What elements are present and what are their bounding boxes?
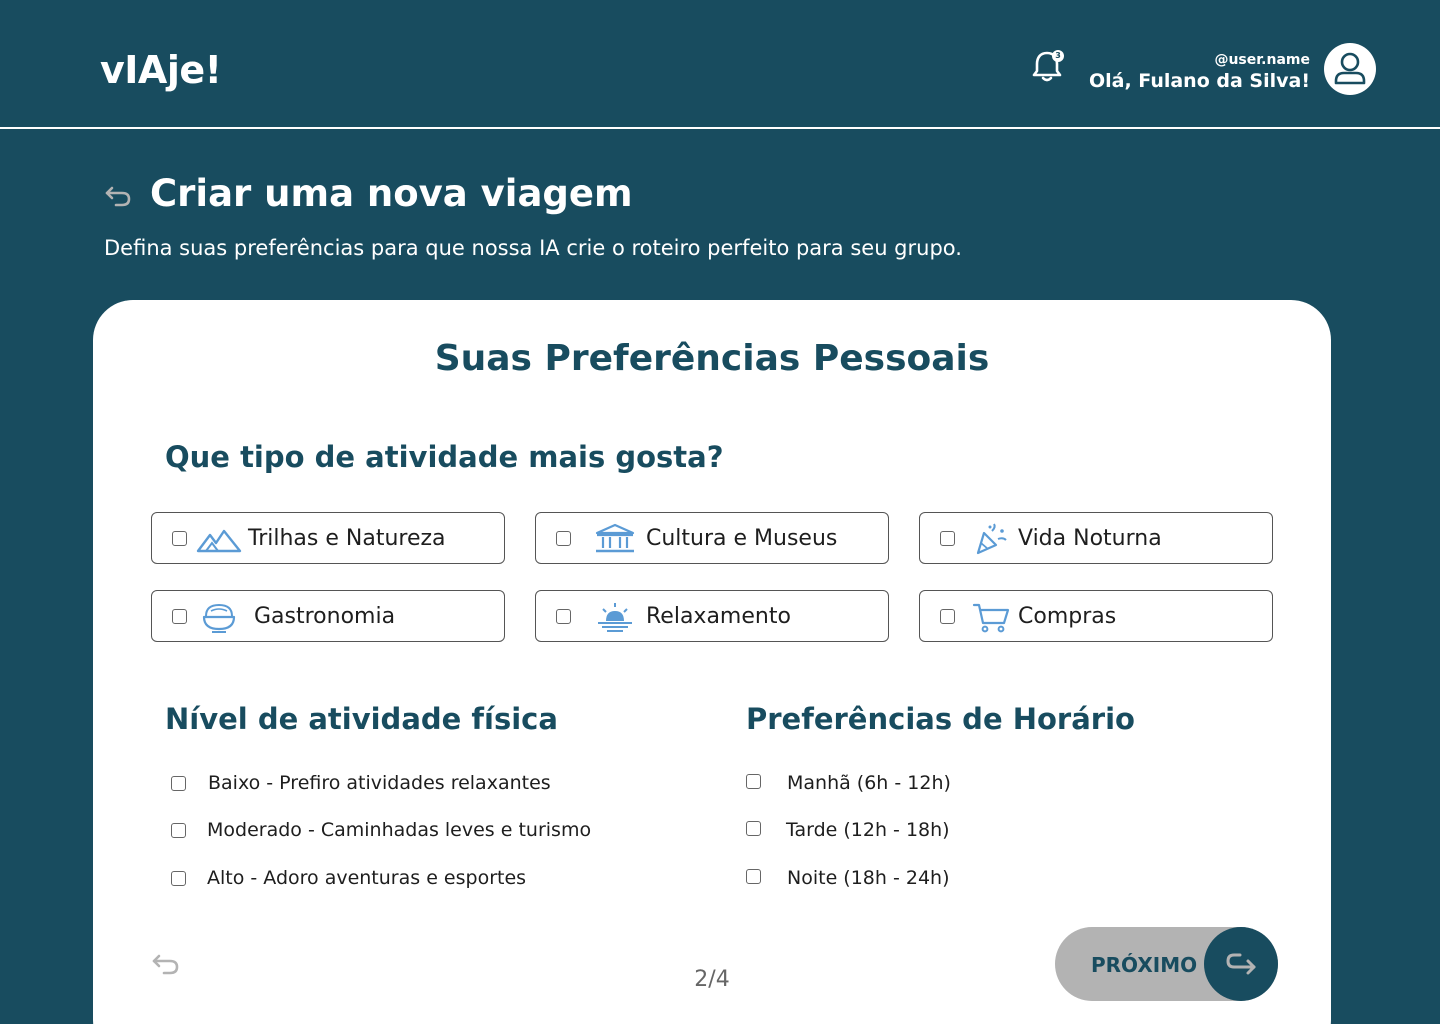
activity-label: Compras <box>1018 604 1117 629</box>
schedule-option[interactable]: Tarde (12h - 18h) <box>746 817 1046 845</box>
activity-checkbox[interactable] <box>940 531 955 546</box>
user-info: @user.name Olá, Fulano da Silva! <box>1089 52 1310 92</box>
activity-checkbox[interactable] <box>172 609 187 624</box>
header-divider <box>0 127 1440 129</box>
card-title: Suas Preferências Pessoais <box>434 338 990 379</box>
activity-option-relaxamento[interactable]: Relaxamento <box>535 590 889 642</box>
activity-checkbox[interactable] <box>556 531 571 546</box>
notifications-button[interactable]: 3 <box>1030 48 1064 84</box>
schedule-checkbox[interactable] <box>746 821 761 836</box>
physical-level-heading: Nível de atividade física <box>165 702 558 736</box>
page-back-button[interactable] <box>104 181 132 209</box>
activity-option-compras[interactable]: Compras <box>919 590 1273 642</box>
schedule-label: Tarde (12h - 18h) <box>786 819 950 841</box>
food-bowl-icon <box>202 603 236 633</box>
physical-level-label: Baixo - Prefiro atividades relaxantes <box>208 772 551 794</box>
activity-option-gastronomia[interactable]: Gastronomia <box>151 590 505 642</box>
shopping-cart-icon <box>972 603 1010 633</box>
party-popper-icon <box>976 523 1007 555</box>
physical-level-option[interactable]: Moderado - Caminhadas leves e turismo <box>171 817 591 845</box>
activity-label: Cultura e Museus <box>646 526 838 551</box>
activity-option-vida-noturna[interactable]: Vida Noturna <box>919 512 1273 564</box>
next-button[interactable]: PRÓXIMO <box>1055 927 1278 1001</box>
mountain-icon <box>196 529 242 553</box>
avatar[interactable] <box>1324 43 1376 95</box>
page-title: Criar uma nova viagem <box>150 172 633 215</box>
schedule-checkbox[interactable] <box>746 869 761 884</box>
notification-badge: 3 <box>1052 50 1064 62</box>
app-logo[interactable]: vIAje! <box>100 48 222 92</box>
activity-question: Que tipo de atividade mais gosta? <box>165 440 724 474</box>
activity-checkbox[interactable] <box>940 609 955 624</box>
schedule-checkbox[interactable] <box>746 774 761 789</box>
sunset-icon <box>598 603 632 632</box>
activity-option-trilhas[interactable]: Trilhas e Natureza <box>151 512 505 564</box>
schedule-option[interactable]: Manhã (6h - 12h) <box>746 770 1046 798</box>
schedule-label: Noite (18h - 24h) <box>787 867 950 889</box>
museum-icon <box>595 523 635 553</box>
page-subtitle: Defina suas preferências para que nossa … <box>104 236 962 260</box>
activity-option-cultura[interactable]: Cultura e Museus <box>535 512 889 564</box>
undo-arrow-icon <box>105 186 131 207</box>
activity-checkbox[interactable] <box>172 531 187 546</box>
activity-label: Trilhas e Natureza <box>248 526 446 551</box>
physical-level-checkbox[interactable] <box>171 776 186 791</box>
physical-level-label: Alto - Adoro aventuras e esportes <box>207 867 527 889</box>
redo-arrow-icon <box>1226 953 1256 975</box>
user-handle: @user.name <box>1214 52 1310 68</box>
schedule-label: Manhã (6h - 12h) <box>787 772 951 794</box>
schedule-option[interactable]: Noite (18h - 24h) <box>746 865 1046 893</box>
physical-level-checkbox[interactable] <box>171 871 186 886</box>
top-header: vIAje! 3 @user.name Olá, Fulano da Silva… <box>0 0 1440 130</box>
physical-level-option[interactable]: Alto - Adoro aventuras e esportes <box>171 865 591 893</box>
physical-level-option[interactable]: Baixo - Prefiro atividades relaxantes <box>171 770 591 798</box>
activity-label: Vida Noturna <box>1018 526 1162 551</box>
user-greeting: Olá, Fulano da Silva! <box>1088 70 1310 92</box>
physical-level-label: Moderado - Caminhadas leves e turismo <box>207 819 592 841</box>
next-button-circle <box>1204 927 1278 1001</box>
user-avatar-icon <box>1334 52 1366 85</box>
physical-level-checkbox[interactable] <box>171 823 186 838</box>
activity-checkbox[interactable] <box>556 609 571 624</box>
preferences-card: Suas Preferências Pessoais Que tipo de a… <box>93 300 1331 1024</box>
activity-label: Relaxamento <box>646 604 791 629</box>
schedule-heading: Preferências de Horário <box>746 702 1135 736</box>
next-button-label: PRÓXIMO <box>1091 953 1198 977</box>
activity-label: Gastronomia <box>254 604 396 629</box>
